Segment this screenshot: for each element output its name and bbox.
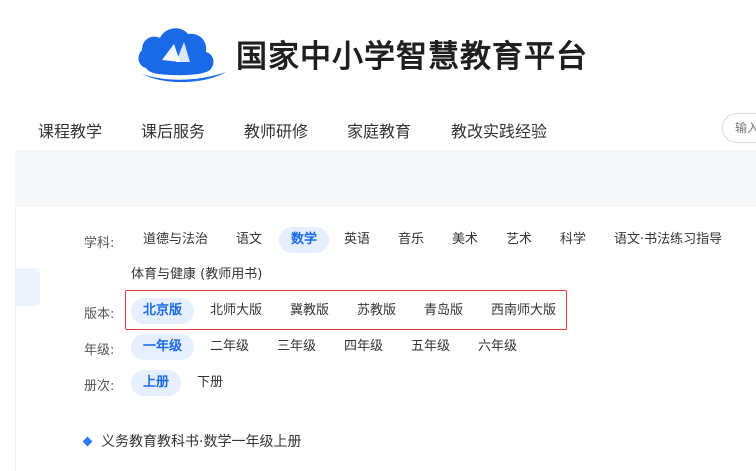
subject-option[interactable]: 语文 <box>236 231 262 249</box>
search-input[interactable] <box>722 113 756 143</box>
section-banner <box>15 150 756 207</box>
volume-option[interactable]: 下册 <box>197 374 223 392</box>
subject-option[interactable]: 语文·书法练习指导 <box>614 231 722 249</box>
edition-option[interactable]: 苏教版 <box>357 302 396 320</box>
volume-option-selected[interactable]: 上册 <box>131 370 182 396</box>
volume-label: 册次: <box>84 379 115 394</box>
nav-item-teacher-training[interactable]: 教师研修 <box>244 118 308 142</box>
grade-option[interactable]: 四年级 <box>344 338 383 356</box>
diamond-bullet-icon <box>82 436 93 446</box>
subject-option[interactable]: 体育与健康 (教师用书) <box>131 266 262 284</box>
nav-item-course-teaching[interactable]: 课程教学 <box>38 118 102 142</box>
edition-option[interactable]: 西南师大版 <box>491 302 556 320</box>
nav-item-reform-practice[interactable]: 教改实践经验 <box>451 118 547 142</box>
subject-option-selected[interactable]: 数学 <box>279 227 330 253</box>
subject-label: 学科: <box>84 236 115 251</box>
subject-option[interactable]: 艺术 <box>506 231 532 249</box>
subject-option[interactable]: 道德与法治 <box>143 231 208 249</box>
grade-label: 年级: <box>84 343 115 358</box>
left-rail-tab[interactable] <box>15 268 40 306</box>
nav-item-after-school[interactable]: 课后服务 <box>141 118 205 142</box>
logo-title: 国家中小学智慧教育平台 <box>236 38 588 75</box>
grade-option-selected[interactable]: 一年级 <box>131 334 195 360</box>
subject-option[interactable]: 音乐 <box>398 231 424 249</box>
edition-option-selected[interactable]: 北京版 <box>131 298 195 324</box>
grade-option[interactable]: 二年级 <box>210 338 249 356</box>
subject-option[interactable]: 科学 <box>560 231 586 249</box>
top-nav: 课程教学 课后服务 教师研修 家庭教育 教改实践经验 <box>0 110 756 146</box>
subject-option[interactable]: 英语 <box>344 231 370 249</box>
edition-option[interactable]: 冀教版 <box>290 302 329 320</box>
book-title-item[interactable]: 义务教育教科书·数学一年级上册 <box>82 431 302 451</box>
grade-option[interactable]: 三年级 <box>277 338 316 356</box>
site-logo[interactable]: 国家中小学智慧教育平台 <box>136 22 588 84</box>
grade-option[interactable]: 六年级 <box>478 338 517 356</box>
edition-option[interactable]: 北师大版 <box>210 302 262 320</box>
book-title: 义务教育教科书·数学一年级上册 <box>101 434 302 450</box>
subject-option[interactable]: 美术 <box>452 231 478 249</box>
edition-label: 版本: <box>84 307 115 322</box>
cloud-book-icon <box>138 28 226 83</box>
left-rail-divider <box>15 207 16 471</box>
edition-option[interactable]: 青岛版 <box>424 302 463 320</box>
nav-item-family-education[interactable]: 家庭教育 <box>347 118 411 142</box>
grade-option[interactable]: 五年级 <box>411 338 450 356</box>
